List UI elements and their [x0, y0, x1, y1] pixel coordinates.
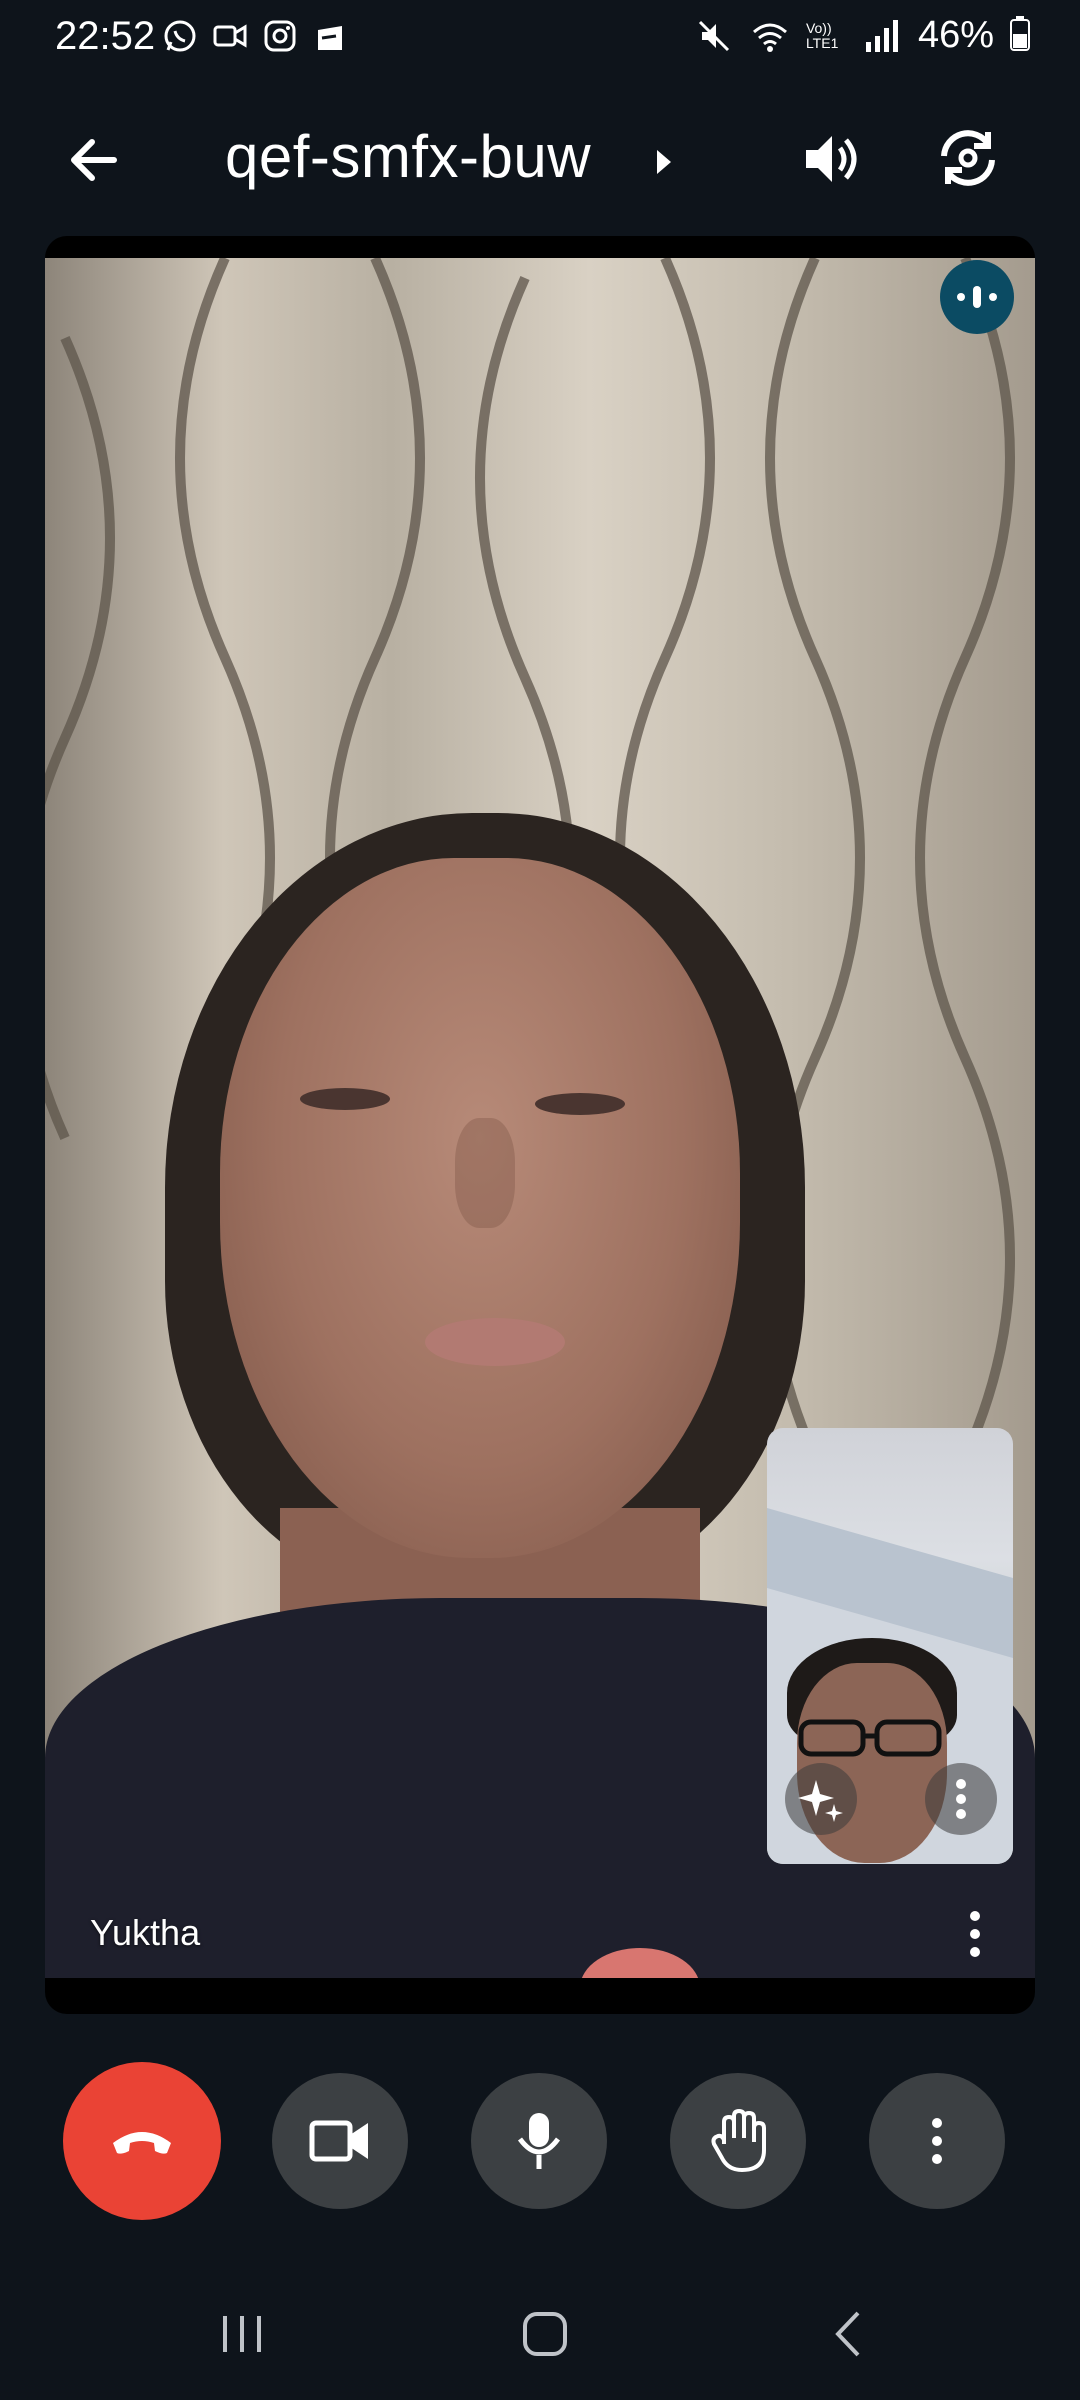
back-button[interactable]	[62, 128, 142, 192]
raise-hand-button[interactable]	[670, 2073, 806, 2209]
wifi-icon	[750, 16, 790, 56]
right-eye	[535, 1093, 625, 1115]
status-bar: 22:52 Vo)) LTE1 46%	[0, 0, 1080, 78]
chevron-left-icon	[835, 2311, 860, 2357]
call-controls	[0, 2060, 1080, 2220]
microphone-button[interactable]	[471, 2073, 607, 2209]
home-icon	[523, 2312, 567, 2356]
raise-hand-icon	[711, 2109, 766, 2172]
switch-camera-button[interactable]	[932, 122, 1004, 194]
effects-button[interactable]	[785, 1763, 857, 1835]
nose	[455, 1118, 515, 1228]
signal-icon	[862, 16, 902, 56]
participant-more-button[interactable]	[955, 1904, 995, 1964]
audio-level-icon	[957, 286, 997, 308]
recents-icon	[223, 2316, 261, 2352]
mouth	[425, 1318, 565, 1366]
system-status: Vo)) LTE1 46%	[694, 14, 1030, 57]
more-vertical-icon	[970, 1911, 980, 1957]
camera-button[interactable]	[272, 2073, 408, 2209]
shopping-icon	[312, 18, 348, 54]
speaker-icon	[806, 136, 857, 182]
video-camera-icon	[309, 2120, 368, 2162]
switch-camera-icon	[941, 130, 995, 186]
back-arrow-icon	[71, 139, 117, 181]
sparkles-icon	[798, 1780, 843, 1822]
home-button[interactable]	[505, 2304, 585, 2364]
volte-icon: Vo)) LTE1	[805, 19, 839, 51]
recents-button[interactable]	[202, 2304, 282, 2364]
whatsapp-icon	[162, 18, 198, 54]
call-header: qef-smfx-buw	[0, 100, 1080, 220]
system-back-button[interactable]	[808, 2304, 888, 2364]
battery-icon	[1010, 15, 1030, 56]
battery-percent: 46%	[917, 14, 994, 56]
speaker-button[interactable]	[796, 124, 866, 194]
more-options-button[interactable]	[869, 2073, 1005, 2209]
main-video-tile[interactable]: Yuktha	[45, 236, 1035, 2014]
mute-icon	[694, 16, 734, 56]
more-vertical-icon	[956, 1779, 966, 1819]
meet-video-icon	[212, 18, 248, 54]
self-view-tile[interactable]	[767, 1428, 1013, 1864]
end-call-button[interactable]	[63, 2062, 221, 2220]
audio-indicator	[940, 260, 1014, 334]
instagram-icon	[262, 18, 298, 54]
chevron-right-icon[interactable]	[653, 144, 677, 180]
more-vertical-icon	[932, 2118, 942, 2164]
self-view-more-button[interactable]	[925, 1763, 997, 1835]
end-call-icon	[113, 2132, 171, 2154]
system-nav-bar	[0, 2280, 1080, 2380]
self-glasses	[798, 1719, 942, 1757]
left-eye	[300, 1088, 390, 1110]
participant-name: Yuktha	[90, 1912, 201, 1953]
notification-icons	[162, 18, 348, 54]
microphone-icon	[517, 2113, 561, 2169]
meeting-code[interactable]: qef-smfx-buw	[225, 122, 591, 191]
status-time: 22:52	[55, 14, 156, 58]
